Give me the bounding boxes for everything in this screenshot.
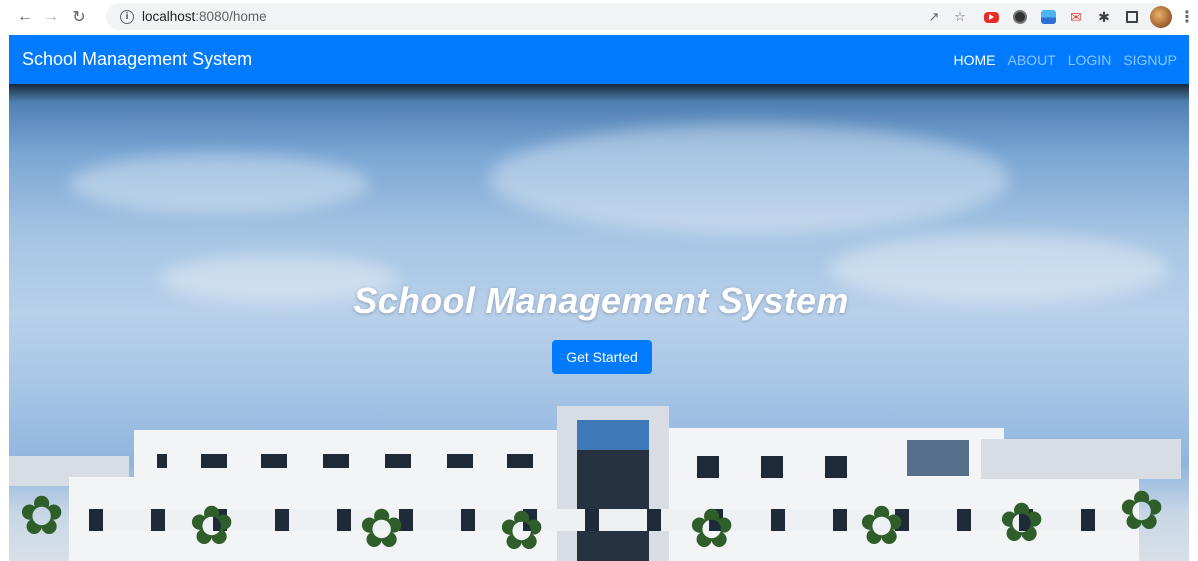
hero-section: ✿ ✿ ✿ ✿ ✿ ✿ ✿ ✿ School Management System… — [9, 84, 1189, 561]
palm-tree: ✿ — [1119, 481, 1165, 541]
star-icon[interactable]: ☆ — [952, 9, 968, 25]
url-host: localhost — [142, 9, 196, 24]
palm-tree: ✿ — [499, 501, 545, 561]
puzzle-extension-icon[interactable]: ✱ — [1096, 9, 1112, 25]
sky-cloud — [489, 124, 1009, 234]
palm-tree: ✿ — [359, 499, 405, 559]
nav-links: HOME ABOUT LOGIN SIGNUP — [954, 52, 1178, 68]
circle-extension-icon[interactable] — [1013, 10, 1027, 24]
palm-tree: ✿ — [689, 499, 735, 559]
url-path: :8080/home — [195, 9, 267, 24]
info-icon[interactable]: i — [120, 9, 134, 24]
url-text[interactable]: localhost:8080/home — [142, 9, 267, 24]
youtube-extension-icon[interactable] — [984, 11, 999, 23]
sky-cloud — [69, 154, 369, 214]
hero-title: School Management System — [353, 280, 849, 321]
get-started-button[interactable]: Get Started — [552, 340, 652, 374]
back-arrow-icon[interactable]: ← — [14, 6, 36, 28]
nav-link-about[interactable]: ABOUT — [1008, 52, 1056, 68]
nav-link-login[interactable]: LOGIN — [1068, 52, 1112, 68]
reload-icon[interactable]: ↻ — [68, 6, 90, 28]
menu-kebab-icon[interactable]: ⋮ — [1179, 9, 1195, 26]
share-icon[interactable]: ↗ — [926, 9, 942, 25]
extension-bar: ↗ ☆ ✉ ✱ ⋮ — [916, 0, 1198, 34]
palm-tree: ✿ — [999, 493, 1045, 553]
drive-extension-icon[interactable] — [1041, 10, 1056, 24]
profile-avatar[interactable] — [1150, 6, 1172, 28]
forward-arrow-icon[interactable]: → — [40, 6, 62, 28]
palm-tree: ✿ — [859, 496, 905, 556]
side-panel-icon[interactable] — [1126, 11, 1138, 23]
browser-toolbar: ← → ↻ i localhost:8080/home ↗ ☆ ✉ ✱ ⋮ — [0, 0, 1198, 34]
nav-link-signup[interactable]: SIGNUP — [1123, 52, 1177, 68]
nav-link-home[interactable]: HOME — [954, 52, 996, 68]
app-navbar: School Management System HOME ABOUT LOGI… — [9, 35, 1189, 84]
palm-tree: ✿ — [19, 486, 65, 546]
megaphone-extension-icon[interactable]: ✉ — [1068, 9, 1084, 25]
palm-tree: ✿ — [189, 496, 235, 556]
navbar-brand[interactable]: School Management System — [22, 49, 252, 70]
